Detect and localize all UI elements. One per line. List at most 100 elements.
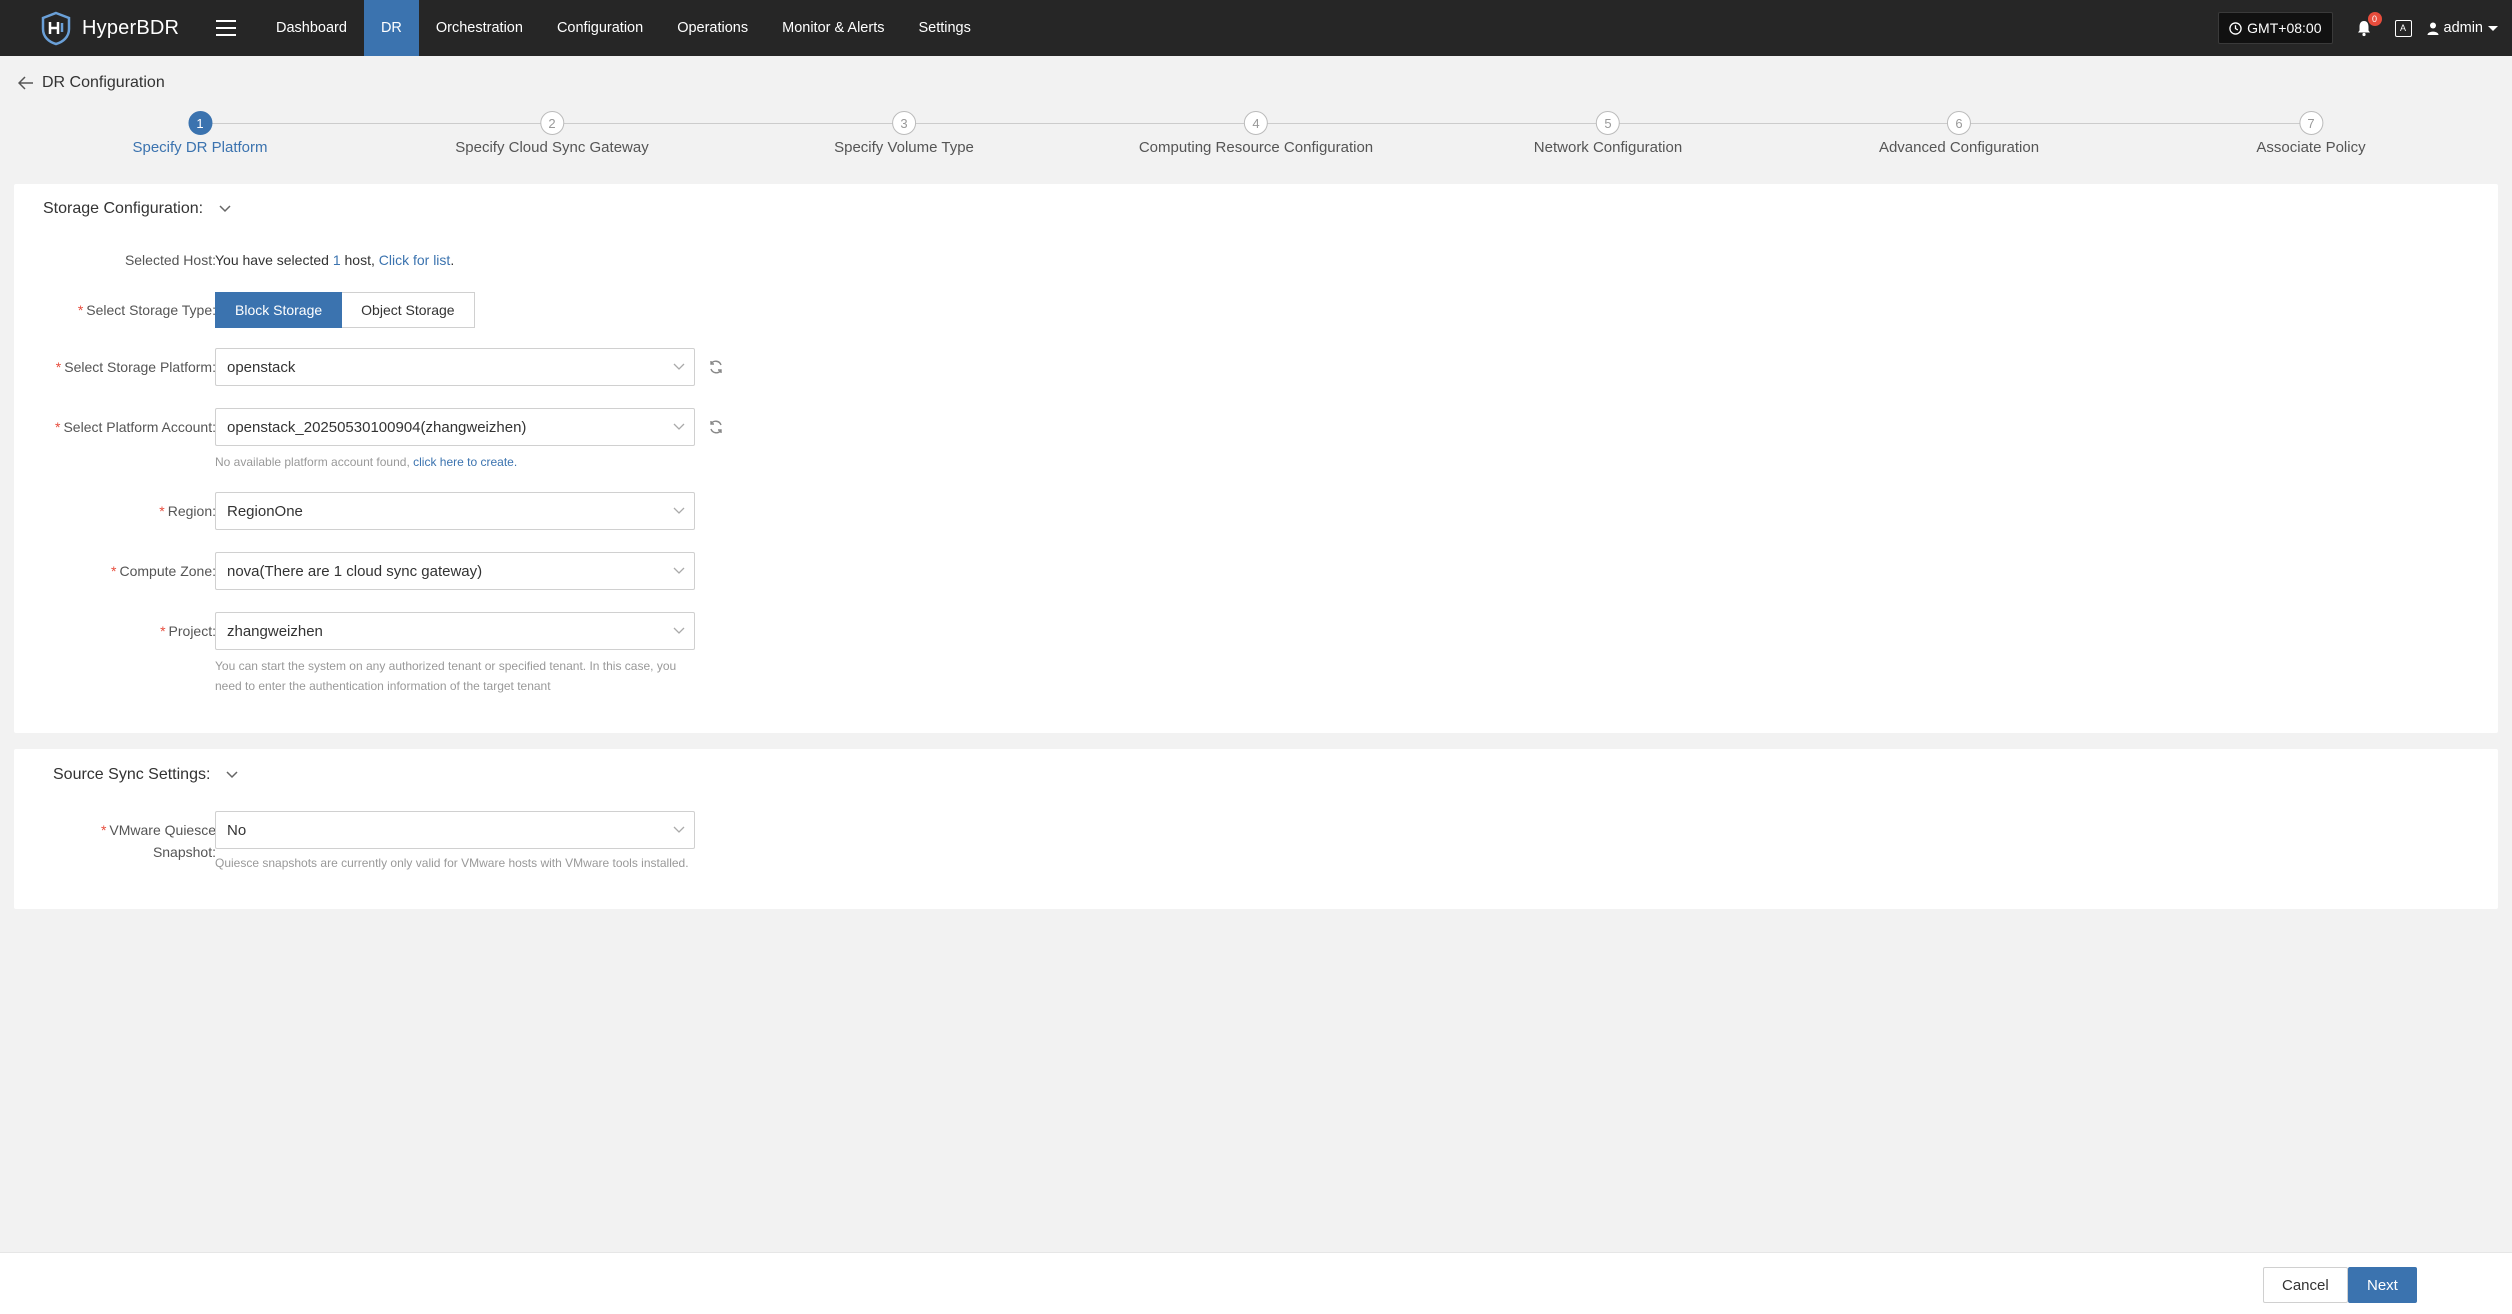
cancel-button[interactable]: Cancel — [2263, 1267, 2348, 1303]
compute-zone-label-text: Compute Zone: — [119, 563, 217, 579]
vmware-quiesce-select[interactable]: No — [215, 811, 695, 849]
step-label: Specify Cloud Sync Gateway — [455, 139, 649, 156]
storage-platform-label-text: Select Storage Platform: — [64, 359, 216, 375]
platform-account-value: openstack_20250530100904(zhangweizhen) — [227, 418, 527, 436]
region-label: * Region: — [159, 503, 216, 519]
username: admin — [2443, 20, 2484, 36]
clock-icon — [2229, 21, 2242, 35]
selected-host-suffix: host, — [344, 252, 375, 268]
section-title: Storage Configuration: — [43, 200, 204, 217]
step-label: Computing Resource Configuration — [1138, 139, 1374, 156]
step-1: 1 Specify DR Platform — [132, 111, 268, 156]
project-label: * Project: — [160, 623, 216, 639]
page-title: DR Configuration — [42, 74, 165, 91]
next-button[interactable]: Next — [2348, 1267, 2417, 1303]
step-number: 7 — [2299, 111, 2323, 135]
selected-host-label: Selected Host: — [124, 252, 216, 268]
nav-orchestration[interactable]: Orchestration — [419, 0, 540, 56]
storage-platform-select[interactable]: openstack — [215, 348, 695, 386]
step-number: 2 — [540, 111, 564, 135]
project-hint: You can start the system on any authoriz… — [215, 656, 676, 696]
back-arrow-icon[interactable] — [18, 76, 34, 90]
storage-configuration-card: Storage Configuration: Selected Host: Yo… — [14, 184, 2498, 733]
chevron-down-icon — [673, 363, 685, 370]
language-icon[interactable]: A — [2394, 19, 2412, 37]
menu-toggle-icon[interactable] — [216, 20, 236, 36]
timezone-label: GMT+08:00 — [2247, 20, 2322, 36]
storage-type-toggle: Block Storage Object Storage — [215, 292, 475, 328]
nav-monitor-alerts[interactable]: Monitor & Alerts — [765, 0, 901, 56]
wizard-steps: 1 Specify DR Platform 2 Specify Cloud Sy… — [0, 111, 2512, 161]
user-menu[interactable]: admin — [2427, 20, 2498, 36]
top-navbar: HyperBDR Dashboard DR Orchestration Conf… — [0, 0, 2512, 56]
project-select[interactable]: zhangweizhen — [215, 612, 695, 650]
vmware-quiesce-label-line-2: Snapshot: — [152, 844, 216, 860]
refresh-icon[interactable] — [708, 419, 724, 435]
step-number: 6 — [1946, 111, 1971, 135]
refresh-icon[interactable] — [708, 359, 724, 375]
platform-account-hint: No available platform account found, cli… — [215, 452, 517, 472]
step-label: Network Configuration — [1533, 139, 1683, 156]
step-6: 6 Advanced Configuration — [1879, 111, 2039, 156]
footer-bar: Cancel Next — [0, 1252, 2512, 1314]
vmware-quiesce-label-line-1: VMware Quiesce — [109, 822, 216, 838]
selected-host-value: You have selected 1 host, Click for list… — [215, 252, 455, 268]
section-title: Source Sync Settings: — [53, 766, 211, 783]
main-nav: Dashboard DR Orchestration Configuration… — [259, 0, 988, 56]
step-number: 1 — [187, 111, 212, 135]
app-name: HyperBDR — [82, 16, 180, 39]
chevron-down-icon — [673, 826, 685, 833]
click-for-list-link[interactable]: Click for list — [379, 252, 451, 268]
step-4: 4 Computing Resource Configuration — [1139, 111, 1373, 156]
step-number: 5 — [1596, 111, 1620, 135]
step-3: 3 Specify Volume Type — [834, 111, 974, 156]
nav-configuration[interactable]: Configuration — [540, 0, 660, 56]
hyperbdr-logo-icon — [41, 11, 71, 46]
step-number: 3 — [892, 111, 916, 135]
page-header: DR Configuration — [18, 74, 165, 92]
notification-badge: 0 — [2367, 12, 2382, 26]
source-sync-settings-card: Source Sync Settings: * VMware Quiesce Sn… — [14, 749, 2498, 909]
step-label: Specify Volume Type — [834, 139, 974, 156]
storage-type-label-text: Select Storage Type: — [86, 302, 216, 318]
compute-zone-label: * Compute Zone: — [111, 563, 217, 579]
chevron-down-icon — [673, 423, 685, 430]
step-label: Advanced Configuration — [1878, 139, 2040, 156]
object-storage-button[interactable]: Object Storage — [342, 292, 475, 328]
chevron-down-icon — [673, 507, 685, 514]
selected-host-count: 1 — [332, 252, 341, 268]
notification-button[interactable]: 0 — [2355, 12, 2382, 37]
timezone-button[interactable]: GMT+08:00 — [2218, 12, 2333, 44]
nav-operations[interactable]: Operations — [660, 0, 765, 56]
create-account-link[interactable]: click here to create. — [413, 455, 517, 469]
project-hint-line-2: need to enter the authentication informa… — [215, 679, 551, 693]
platform-account-hint-text: No available platform account found, — [215, 455, 410, 469]
step-label: Associate Policy — [2256, 139, 2366, 156]
chevron-down-icon — [673, 627, 685, 634]
step-label: Specify DR Platform — [132, 139, 268, 156]
nav-settings[interactable]: Settings — [901, 0, 987, 56]
storage-platform-value: openstack — [227, 358, 296, 376]
nav-dashboard[interactable]: Dashboard — [259, 0, 364, 56]
compute-zone-value: nova(There are 1 cloud sync gateway) — [227, 562, 483, 580]
nav-dr[interactable]: DR — [363, 0, 419, 56]
user-icon — [2427, 22, 2438, 35]
step-number: 4 — [1243, 111, 1268, 135]
storage-config-header[interactable]: Storage Configuration: — [43, 200, 231, 218]
chevron-down-icon — [219, 205, 231, 213]
platform-account-label-text: Select Platform Account: — [63, 419, 216, 435]
chevron-down-icon — [2488, 25, 2498, 31]
compute-zone-select[interactable]: nova(There are 1 cloud sync gateway) — [215, 552, 695, 590]
region-label-text: Region: — [167, 503, 216, 519]
vmware-quiesce-hint: Quiesce snapshots are currently only val… — [215, 856, 689, 870]
step-5: 5 Network Configuration — [1534, 111, 1682, 156]
chevron-down-icon — [673, 567, 685, 574]
platform-account-select[interactable]: openstack_20250530100904(zhangweizhen) — [215, 408, 695, 446]
app-logo[interactable]: HyperBDR — [38, 10, 198, 46]
region-value: RegionOne — [227, 502, 303, 520]
region-select[interactable]: RegionOne — [215, 492, 695, 530]
block-storage-button[interactable]: Block Storage — [215, 292, 343, 328]
project-hint-line-1: You can start the system on any authoriz… — [215, 659, 677, 673]
vmware-quiesce-value: No — [227, 821, 247, 839]
source-sync-header[interactable]: Source Sync Settings: — [53, 766, 238, 784]
